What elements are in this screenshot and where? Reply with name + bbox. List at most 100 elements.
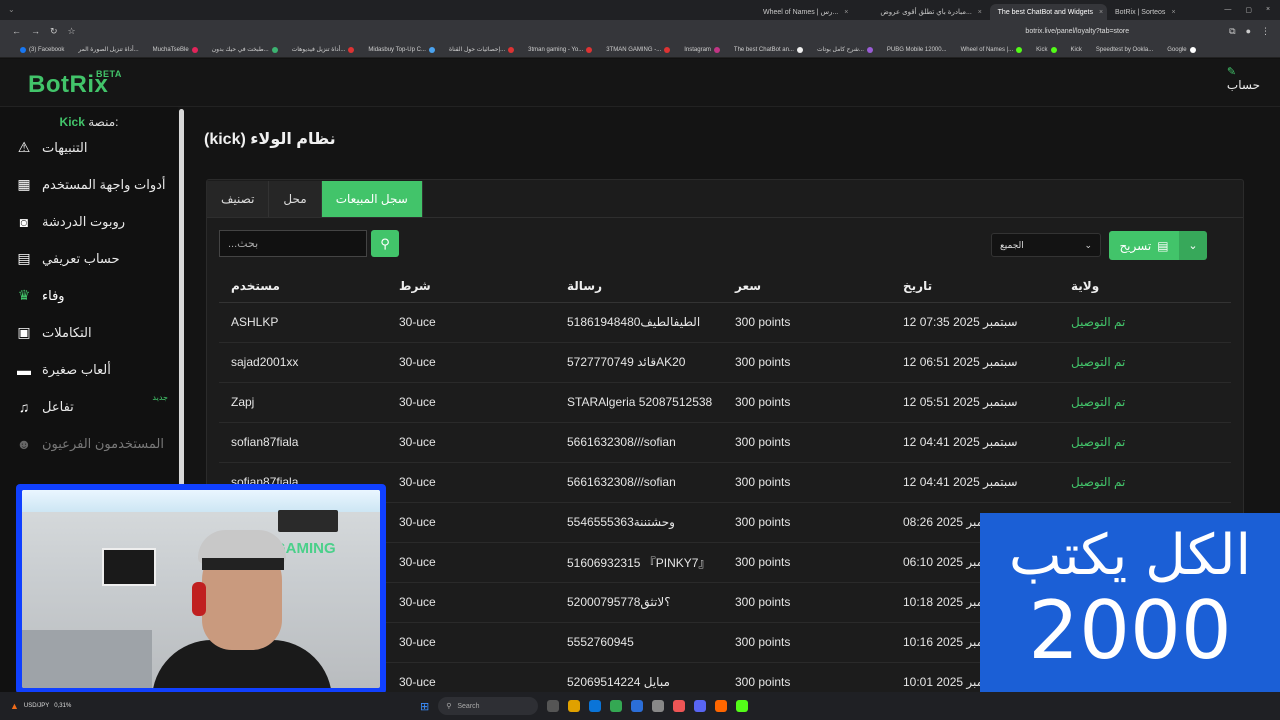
close-icon[interactable]: × [978,9,982,16]
forward-icon[interactable]: → [31,26,40,37]
taskbar-search[interactable]: ⚲ Search [438,697,539,715]
table-row[interactable]: ASHLKP 30-uce 51861948480الطيفالطيف 300 poi… [219,302,1231,343]
table-row[interactable]: Zapj 30-uce STARAlgeria 52087512538 300 poi… [219,382,1231,423]
sidebar-item-profile[interactable]: ▤ حساب تعريفي [0,240,178,277]
url-field[interactable]: botrix.live/panel/loyalty?tab=store [1025,28,1129,35]
bookmark[interactable]: MuchaTseBle [152,46,198,53]
app-icon[interactable] [652,700,665,712]
webcam-overlay: GAMING [16,484,386,694]
platform-indicator: Kick منصة: [0,107,178,129]
status-filter-select[interactable]: الجميع ⌄ [991,233,1101,257]
cell-state[interactable]: تم التوصيل [1059,342,1231,383]
menu-icon[interactable]: ⋮ [1261,26,1270,37]
bookmark[interactable]: The best ChatBot an... [734,46,803,53]
sidebar-item-minigames[interactable]: ▬ ألعاب صغيرة [0,351,178,388]
bookmark[interactable]: Wheel of Names |... [961,46,1023,53]
chrome-icon[interactable] [610,700,623,712]
bookmark[interactable]: Midasbuy Top-Up C... [368,46,435,53]
tab-search-icon[interactable]: ⌄ [8,5,18,15]
sidebar-item-widgets[interactable]: ▦ أدوات واجهة المستخدم [0,166,178,203]
tab-title: Wheel of Names | رس... [763,9,839,16]
close-icon[interactable]: × [844,9,848,16]
cell-state[interactable]: تم التوصيل [1059,302,1231,343]
windows-start-icon[interactable]: ⊞ [420,700,429,713]
table-row[interactable]: sajad2001xx 30-uce 5727770749 قائدAK20 300 … [219,342,1231,383]
cell-state[interactable]: تم التوصيل [1059,462,1231,503]
column-header-user[interactable]: مستخدم [219,270,387,303]
column-header-price[interactable]: سعر [723,270,891,303]
bookmark[interactable]: (3) Facebook [20,46,64,53]
cell-condition: 30-uce [387,422,555,463]
bookmark[interactable]: Kick [1071,47,1082,53]
column-header-message[interactable]: رسالة [555,270,723,303]
kick-icon[interactable] [736,700,749,712]
back-icon[interactable]: ← [12,26,21,37]
browser-tab[interactable]: Wheel of Names | رس... × [755,4,872,20]
bookmark[interactable]: 3TMAN GAMING -... [606,46,671,53]
browser-tab-active[interactable]: The best ChatBot and Widgets × [989,4,1107,20]
cell-state[interactable]: تم التوصيل [1059,422,1231,463]
search-button[interactable]: ⚲ [371,230,399,257]
tabs: تصنيف محل سجل المبيعات [207,180,1243,218]
bookmark-label: إحصائيات حول القناة... [448,47,506,53]
shelf [22,630,152,688]
account-menu[interactable]: ✎ حساب [1227,65,1260,92]
table-row[interactable]: sofian87fiala 30-uce 5661632308///sofian 30… [219,422,1231,463]
close-icon[interactable]: × [1099,9,1103,16]
browser-tabbar: ⌄ Wheel of Names | رس... × مبادرة باي تطل… [0,0,1280,20]
tv-screen [102,548,156,586]
store-icon[interactable] [631,700,644,712]
bookmark[interactable]: Instagram [684,46,720,53]
sidebar-scrollbar[interactable] [179,109,184,549]
file-explorer-icon[interactable] [568,700,581,712]
sidebar-item-loyalty[interactable]: ♛ وفاء [0,277,178,314]
maximize-icon[interactable]: ▢ [1245,6,1252,14]
page-title: نظام الولاء (kick) [204,131,336,148]
tab-ranking[interactable]: تصنيف [207,181,270,217]
tab-sales-log[interactable]: سجل المبيعات [321,181,423,217]
sidebar-item-integrations[interactable]: ▣ التكاملات [0,314,178,351]
tab-store[interactable]: محل [269,181,322,217]
bookmark[interactable]: Google [1167,46,1196,53]
export-dropdown-button[interactable]: ⌄ [1179,231,1207,260]
browser-tab[interactable]: BotRix | Sorteos × [1107,4,1224,20]
botrix-logo[interactable]: BotRix BETA [28,69,121,99]
close-window-icon[interactable]: × [1266,6,1270,14]
minimize-icon[interactable]: — [1224,6,1231,14]
cell-message: 5661632308///sofian [555,422,723,463]
column-header-date[interactable]: تاريخ [891,270,1059,303]
close-icon[interactable]: × [1171,9,1175,16]
stock-ticker[interactable]: ▲ USD/JPY 0,31% [0,701,71,711]
bookmark[interactable]: طبخت في حيك بدون... [212,46,278,53]
app-icon[interactable] [673,700,686,712]
bookmark[interactable]: Kick [1036,46,1057,53]
bookmark-star-icon[interactable]: ☆ [68,26,76,37]
bookmark[interactable]: إحصائيات حول القناة... [448,46,515,53]
bookmark-label: MuchaTseBle [152,46,189,53]
sidebar-item-label: أدوات واجهة المستخدم [42,176,166,192]
export-button[interactable]: تسريح ▤ [1109,231,1179,260]
bookmark[interactable]: 3tman gaming - Yo... [528,46,593,53]
obs-icon[interactable] [715,700,728,712]
search-input[interactable]: بحث... [219,230,367,257]
edge-icon[interactable] [589,700,602,712]
bookmark[interactable]: شرح كامل بوتات... [817,46,873,53]
reload-icon[interactable]: ↻ [50,26,58,37]
bookmark[interactable]: Speedtest by Ookla... [1096,47,1153,53]
sidebar-item-interaction[interactable]: ♫ تفاعل جديد [0,388,178,425]
task-view-icon[interactable] [547,700,560,712]
sidebar-item-subusers[interactable]: ☻ المستخدمون الفرعيون [0,425,178,462]
profile-icon[interactable]: ● [1246,26,1251,37]
discord-icon[interactable] [694,700,707,712]
sidebar-item-alerts[interactable]: ⚠ التنبيهات [0,129,178,166]
sidebar-item-chatbot[interactable]: ◙ روبوت الدردشة [0,203,178,240]
bookmark[interactable]: أداة تنزيل الصورة المر... [78,46,138,53]
cell-state[interactable]: تم التوصيل [1059,382,1231,423]
edit-icon: ✎ [1226,66,1237,78]
bookmark[interactable]: أداة تنزيل فيديوهات... [292,46,355,53]
extension-icon[interactable]: ⧉ [1229,26,1235,37]
column-header-condition[interactable]: شرط [387,270,555,303]
bookmark[interactable]: PUBG Mobile 12000... [887,47,947,53]
column-header-state[interactable]: ولاية [1059,270,1231,303]
browser-tab[interactable]: مبادرة باي تطلق أقوى عروض... × [872,4,989,20]
